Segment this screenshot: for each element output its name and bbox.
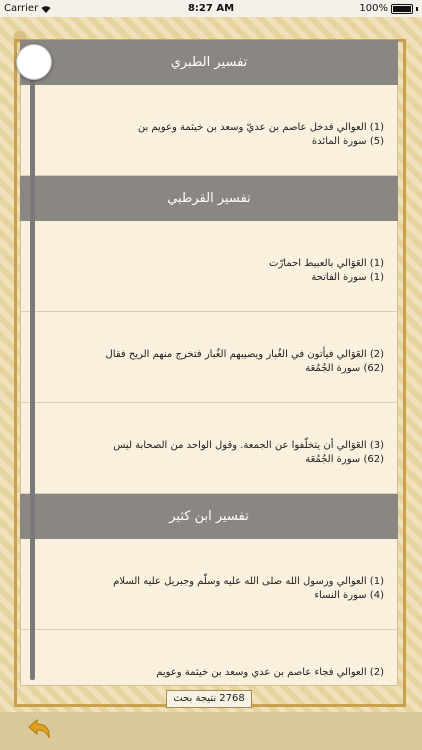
back-arrow-icon (28, 718, 50, 739)
list-item[interactable]: (1) العوالي فدخل عاصم بن عديّ وسعد بن خي… (20, 85, 398, 176)
result-source: (62) سورة الجُمُعَة (305, 363, 384, 374)
scroll-slider-knob[interactable] (16, 44, 52, 80)
battery-tip (416, 6, 418, 11)
list-item[interactable]: (1) العوالي ورسول الله صلى الله عليه وسل… (20, 539, 398, 630)
result-text: (2) العوالي فجاء عاصم بن عدي وسعد بن خيث… (156, 667, 384, 678)
section-header-tabari: تفسير الطبري (20, 40, 398, 85)
result-text: (1) العوالي فدخل عاصم بن عديّ وسعد بن خي… (137, 122, 384, 133)
battery-percent: 100% (359, 3, 388, 14)
list-item[interactable]: (1) العَوَالي بالعبيط احمارّت (1) سورة ا… (20, 221, 398, 312)
result-text: (2) العَوَالي فيأتون في الغُبار ويصيبهم … (105, 349, 384, 360)
status-right: 100% (359, 3, 418, 14)
list-item[interactable]: (3) العَوَالي أن يتخلّفوا عن الجمعة. وقو… (20, 403, 398, 494)
status-bar: Carrier 8:27 AM 100% (0, 0, 422, 17)
bottom-toolbar (0, 712, 422, 750)
list-item[interactable]: (2) العَوَالي فيأتون في الغُبار ويصيبهم … (20, 312, 398, 403)
result-source: (1) سورة الفاتحة (311, 272, 384, 283)
result-text: (1) العَوَالي بالعبيط احمارّت (269, 258, 384, 269)
results-list[interactable]: تفسير الطبري (1) العوالي فدخل عاصم بن عد… (20, 40, 398, 686)
section-header-ibn-kathir: تفسير ابن كثير (20, 494, 398, 539)
section-header-qurtubi: تفسير القرطبي (20, 176, 398, 221)
result-count: 2768 نتيجة بحث (166, 690, 252, 708)
result-text: (1) العوالي ورسول الله صلى الله عليه وسل… (113, 576, 384, 587)
result-source: (5) سورة المائدة (311, 136, 384, 147)
result-text: (3) العَوَالي أن يتخلّفوا عن الجمعة. وقو… (113, 440, 384, 451)
back-button[interactable] (24, 717, 54, 745)
list-item[interactable]: (2) العوالي فجاء عاصم بن عدي وسعد بن خيث… (20, 630, 398, 686)
result-source: (62) سورة الجُمُعَة (305, 454, 384, 465)
result-source: (4) سورة النساء (314, 590, 384, 601)
battery-icon (391, 3, 413, 14)
scroll-slider-track[interactable] (30, 60, 35, 680)
